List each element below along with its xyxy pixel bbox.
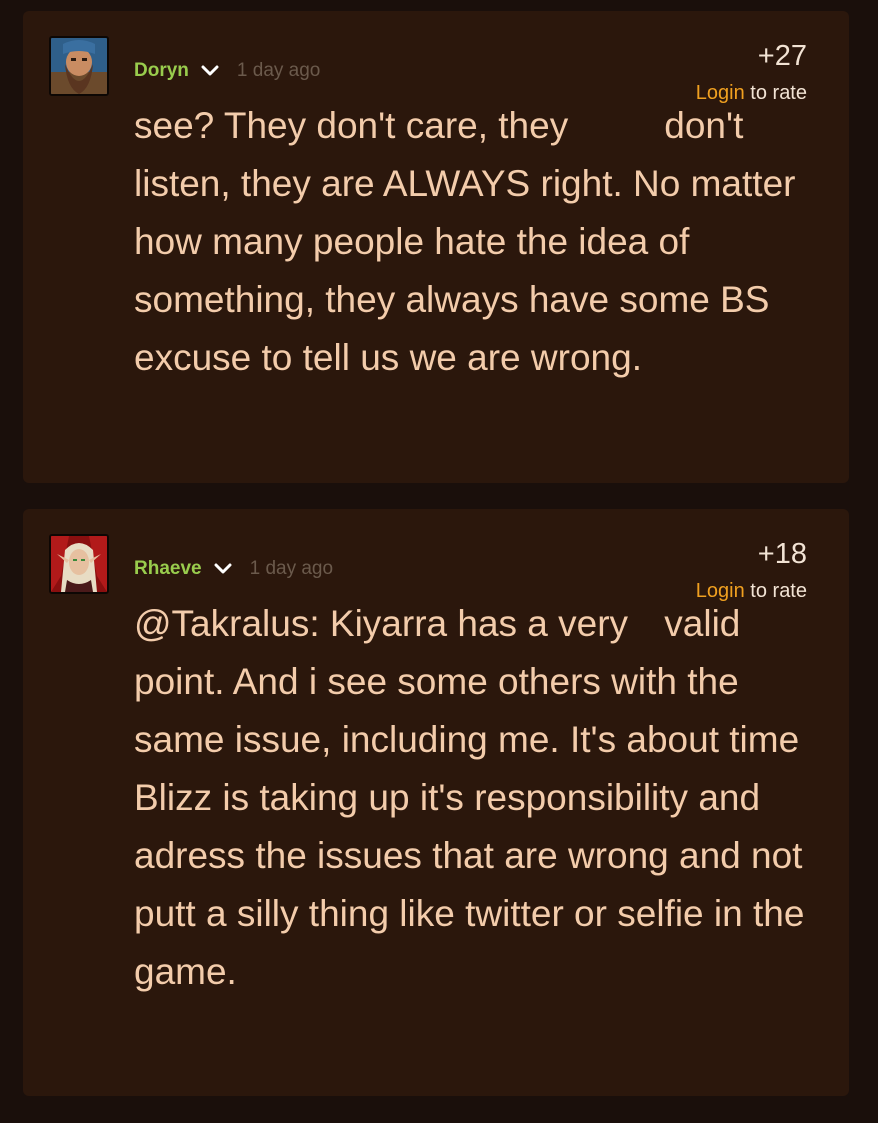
chevron-down-icon[interactable] (201, 65, 219, 77)
chevron-down-icon[interactable] (214, 563, 232, 575)
comment-body: see? They don't care, they don't listen,… (134, 97, 834, 387)
timestamp: 1 day ago (249, 558, 334, 579)
comment-card: Doryn 1 day ago +27 Login to rate see? T… (23, 11, 849, 483)
comment-meta: Rhaeve 1 day ago (134, 556, 333, 582)
rating-score: +27 (757, 40, 807, 72)
avatar[interactable] (49, 534, 109, 594)
avatar[interactable] (49, 36, 109, 96)
comment-text-rest: valid point. And i see some others with … (134, 603, 805, 992)
rating-score: +18 (757, 538, 807, 570)
comment-meta: Doryn 1 day ago (134, 58, 320, 84)
author-name[interactable]: Doryn (134, 60, 189, 82)
comment-text-first: @Takralus: Kiyarra has a very (134, 603, 629, 644)
dwarf-portrait-icon (51, 38, 107, 94)
comment-body: @Takralus: Kiyarra has a very valid poin… (134, 595, 834, 1001)
timestamp: 1 day ago (236, 60, 321, 81)
comment-text-first: see? They don't care, they (134, 105, 569, 146)
author-name[interactable]: Rhaeve (134, 558, 202, 580)
blood-elf-portrait-icon (51, 536, 107, 592)
comment-card: Rhaeve 1 day ago +18 Login to rate @Takr… (23, 509, 849, 1096)
